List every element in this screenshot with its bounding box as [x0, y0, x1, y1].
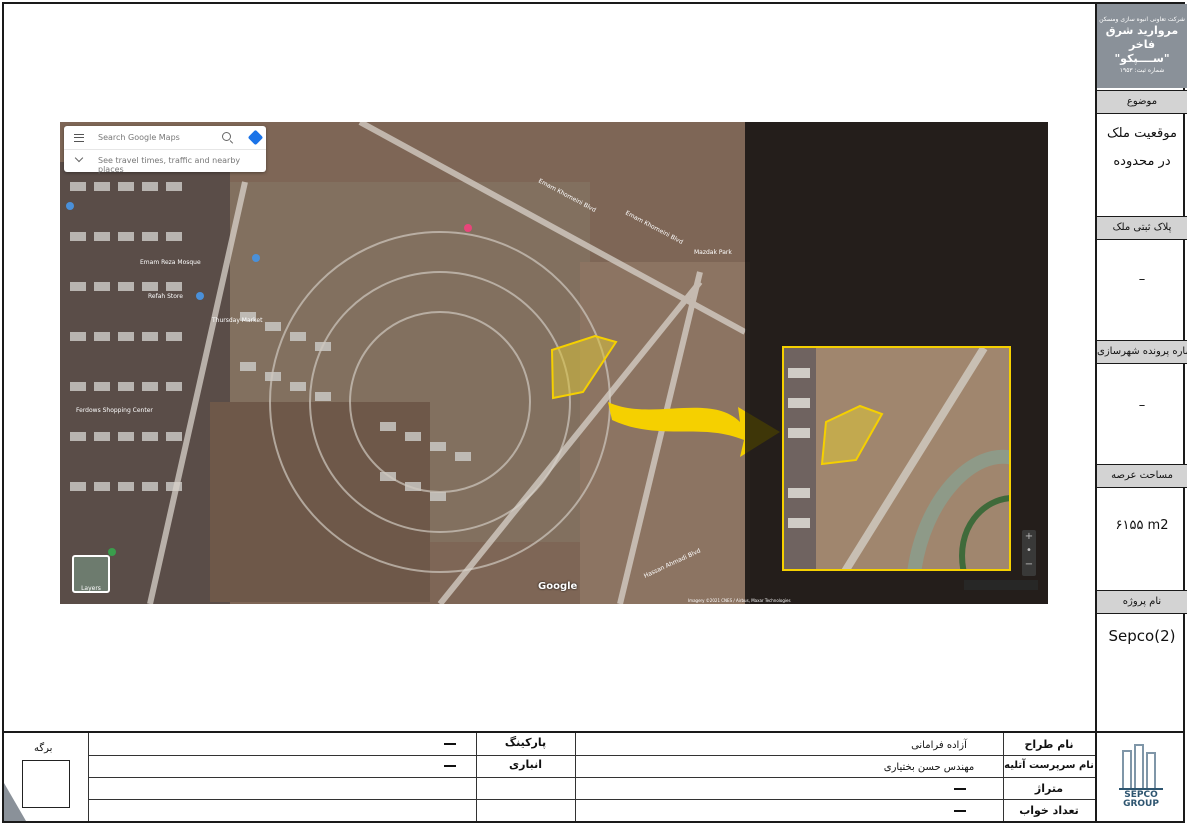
bedrooms-label: تعداد خواب: [1019, 804, 1079, 817]
subject-line1: موقعیت ملک: [1107, 126, 1177, 141]
search-icon[interactable]: [222, 132, 231, 141]
map-street-label: Thursday Market: [211, 317, 263, 324]
company-line1: شرکت تعاونی انبوه سازی ومسکن: [1099, 16, 1185, 23]
designer-value: آزاده فرامانی: [911, 740, 967, 751]
zoomed-inset: [782, 346, 1011, 571]
meterage-label: متراژ: [1034, 782, 1064, 795]
subject-label: موضوع: [1097, 90, 1187, 114]
meterage-value: [954, 788, 966, 790]
permit-value: –: [1138, 398, 1146, 413]
page-label: برگه: [34, 743, 53, 754]
map-search-box[interactable]: Search Google Maps See travel times, tra…: [64, 126, 266, 174]
chevron-down-icon[interactable]: [74, 153, 84, 163]
company-header: شرکت تعاونی انبوه سازی ومسکن مروارید شرق…: [1097, 4, 1187, 88]
plaque-label: پلاک ثبتی ملک: [1097, 216, 1187, 240]
plaque-value: –: [1138, 272, 1146, 287]
storage-value: [444, 765, 456, 767]
map-street-label: Refah Store: [148, 293, 183, 300]
sepco-logo: SEPCO GROUP: [1095, 733, 1183, 821]
supervisor-label: نام سرپرست آتلیه: [1004, 760, 1094, 771]
travel-times-hint[interactable]: See travel times, traffic and nearby pla…: [98, 156, 266, 174]
permit-label: شماره پرونده شهرسازی: [1097, 340, 1187, 364]
project-label: نام پروژه: [1097, 590, 1187, 614]
parking-label: پارکینگ: [504, 736, 547, 749]
layers-label: Layers: [81, 585, 101, 592]
imagery-credit: Imagery ©2021 CNES / Airbus, Maxar Techn…: [688, 598, 791, 603]
drawing-sheet: شرکت تعاونی انبوه سازی ومسکن مروارید شرق…: [2, 2, 1187, 823]
storage-label: انباری: [509, 758, 542, 771]
subject-line2: در محدوده: [1113, 154, 1171, 169]
bedrooms-value: [954, 810, 966, 812]
company-name: مروارید شرق فاخر: [1105, 24, 1179, 51]
map-screenshot: Emam Khomeini Blvd Emam Khomeini Blvd Em…: [60, 122, 1048, 604]
designer-label: نام طراح: [1024, 738, 1074, 751]
project-value: Sepco(2): [1108, 627, 1176, 645]
area-value: ۶۱۵۵ m2: [1115, 518, 1169, 533]
logo-text: SEPCO GROUP: [1097, 791, 1185, 809]
area-label: مساحت عرصه: [1097, 464, 1187, 488]
search-input[interactable]: Search Google Maps: [98, 133, 180, 142]
layers-button[interactable]: Layers: [72, 555, 110, 593]
supervisor-value: مهندس حسن بختیاری: [883, 762, 975, 773]
hamburger-menu-icon[interactable]: [74, 134, 84, 142]
logo-line2: GROUP: [1123, 799, 1159, 809]
company-short: "ســــپکو": [1114, 52, 1170, 65]
page-number-box: [22, 760, 70, 808]
building-logo-icon: [1119, 744, 1163, 790]
google-logo: Google: [538, 581, 578, 592]
map-street-label: Mazdak Park: [694, 249, 732, 256]
zoom-controls[interactable]: + • −: [1022, 530, 1036, 576]
map-street-label: Emam Reza Mosque: [140, 259, 201, 266]
parking-value: [444, 743, 456, 745]
info-table: برگه پارکینگ انباری نام طراح آزاده فراما…: [4, 731, 1183, 821]
inset-imagery: [784, 348, 1009, 569]
scale-bar: [964, 580, 1038, 590]
corner-decoration: [4, 783, 26, 821]
title-block: شرکت تعاونی انبوه سازی ومسکن مروارید شرق…: [1095, 4, 1187, 731]
company-reg: شماره ثبت: ۱۹۵۳: [1119, 67, 1165, 74]
directions-icon[interactable]: [247, 129, 264, 146]
map-street-label: Ferdows Shopping Center: [76, 407, 153, 414]
